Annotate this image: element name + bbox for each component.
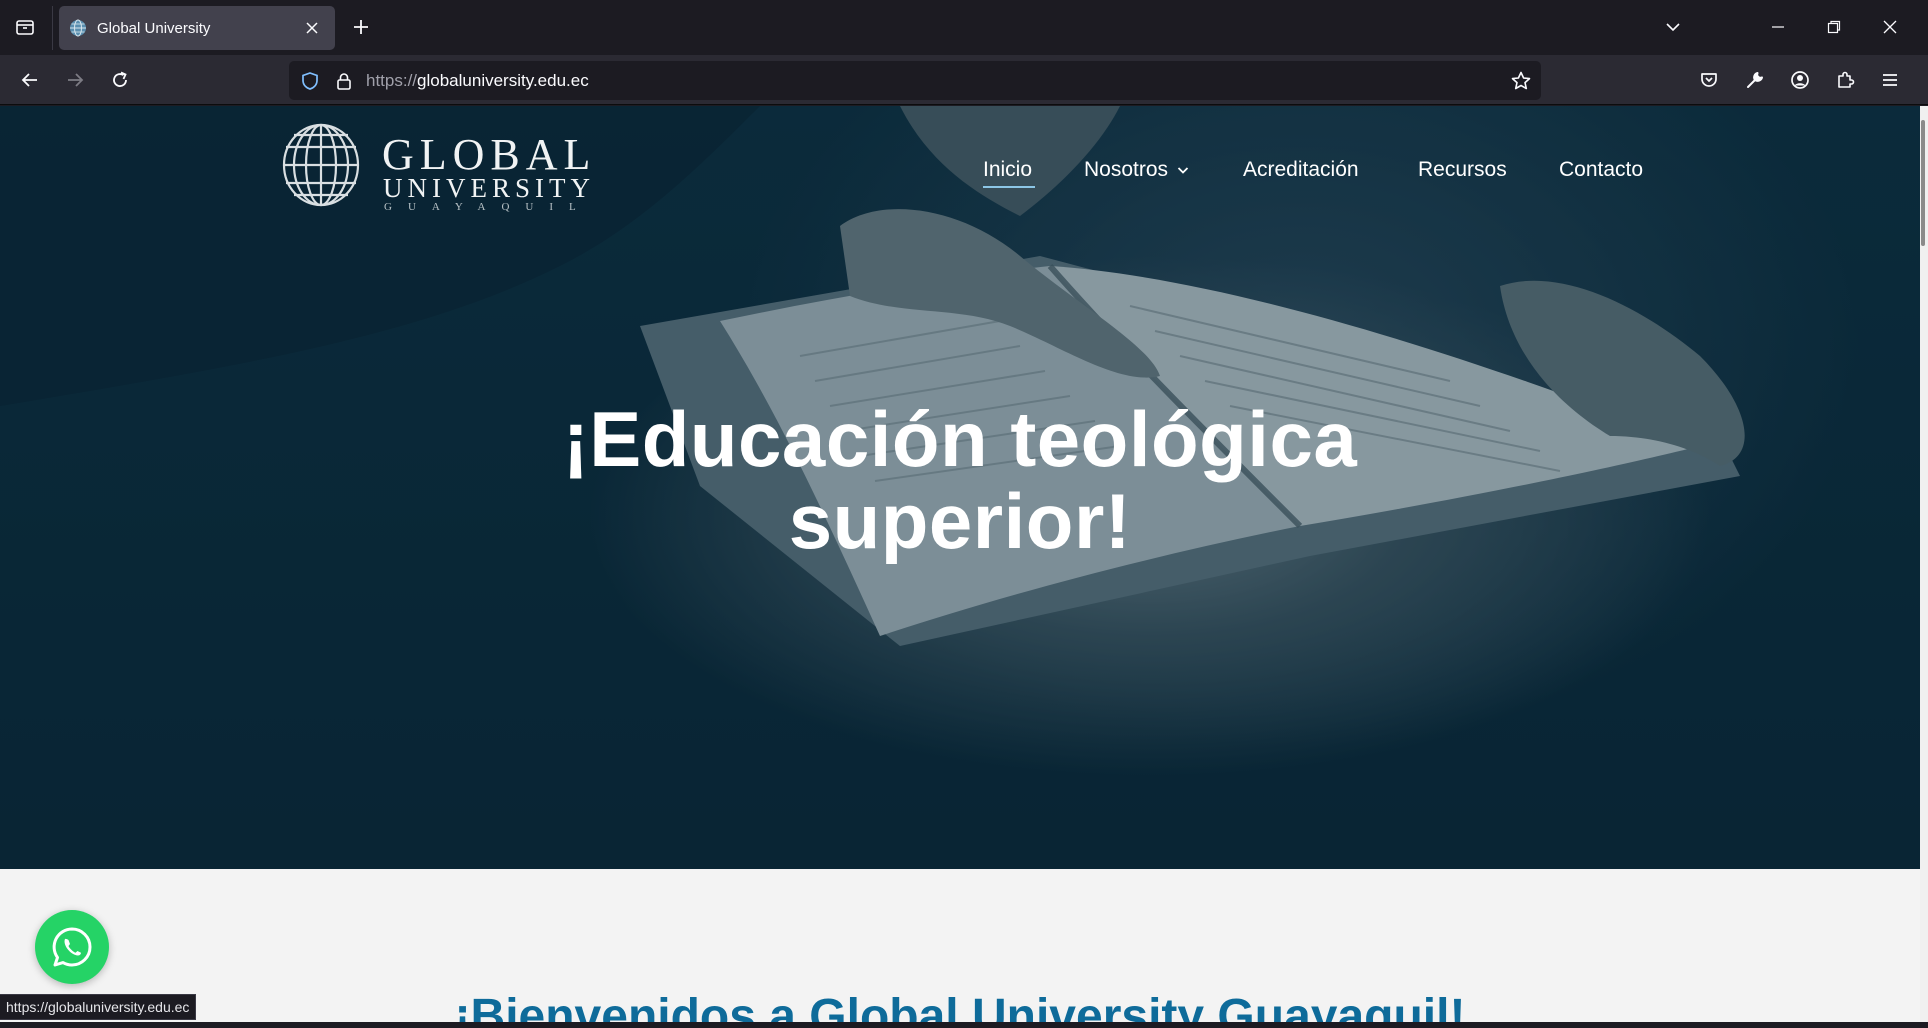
list-all-tabs-button[interactable]: [1655, 10, 1691, 44]
close-icon: [306, 22, 318, 34]
url-host: globaluniversity.edu.ec: [417, 71, 589, 90]
tab-bar: Global University: [0, 0, 1928, 55]
url-text[interactable]: https://globaluniversity.edu.ec: [366, 71, 589, 91]
arrow-right-icon: [68, 73, 84, 87]
pocket-icon: [1701, 73, 1717, 87]
account-button[interactable]: [1783, 63, 1817, 97]
shield-icon: [302, 72, 318, 90]
app-menu-button[interactable]: [1873, 63, 1907, 97]
page-scrollbar[interactable]: [1920, 106, 1928, 1022]
hamburger-menu-icon: [1883, 74, 1897, 86]
lock-icon: [337, 73, 351, 90]
site-security-button[interactable]: [333, 70, 355, 92]
tab-title: Global University: [97, 19, 211, 37]
new-tab-button[interactable]: [344, 10, 378, 44]
wrench-icon: [1747, 72, 1763, 88]
forward-button[interactable]: [57, 62, 93, 98]
bookmark-star-button[interactable]: [1509, 69, 1533, 93]
page-viewport: GLOBAL UNIVERSITY GUAYAQUIL Inicio Nosot…: [0, 106, 1920, 1022]
tab-close-button[interactable]: [299, 15, 325, 41]
hero-heading-line-1: ¡Educación teológica: [562, 395, 1358, 483]
plus-icon: [354, 20, 368, 34]
arrow-left-icon: [21, 73, 37, 87]
hero-heading-line-2: superior!: [788, 477, 1132, 565]
hero-section: GLOBAL UNIVERSITY GUAYAQUIL Inicio Nosot…: [0, 106, 1920, 869]
pocket-button[interactable]: [1692, 63, 1726, 97]
nav-recursos[interactable]: Recursos: [1418, 154, 1507, 186]
reload-button[interactable]: [102, 62, 138, 98]
nav-nosotros-label: Nosotros: [1084, 158, 1169, 181]
active-nav-underline: [983, 186, 1035, 188]
nav-acreditacion[interactable]: Acreditación: [1243, 154, 1359, 186]
navigation-toolbar: https://globaluniversity.edu.ec: [0, 55, 1928, 105]
chevron-down-icon: [1177, 167, 1189, 174]
tab-separator: [52, 6, 53, 50]
whatsapp-chat-button[interactable]: [35, 910, 109, 984]
nav-inicio[interactable]: Inicio: [983, 154, 1032, 186]
firefox-view-icon: [16, 20, 34, 35]
minimize-button[interactable]: [1750, 0, 1806, 54]
extensions-button[interactable]: [1828, 63, 1862, 97]
restore-icon: [1827, 20, 1841, 34]
site-header: GLOBAL UNIVERSITY GUAYAQUIL Inicio Nosot…: [0, 106, 1920, 226]
tab-global-university[interactable]: Global University: [59, 6, 335, 50]
developer-tools-button[interactable]: [1738, 63, 1772, 97]
scrollbar-thumb[interactable]: [1921, 120, 1925, 246]
chevron-down-icon: [1666, 23, 1680, 32]
star-icon: [1511, 71, 1531, 90]
whatsapp-icon: [52, 927, 92, 967]
nav-nosotros[interactable]: Nosotros: [1084, 154, 1190, 186]
close-icon: [1883, 20, 1897, 34]
tracking-protection-button[interactable]: [299, 70, 321, 92]
hero-heading: ¡Educación teológica superior!: [360, 398, 1560, 562]
restore-button[interactable]: [1806, 0, 1862, 54]
link-status-bar: https://globaluniversity.edu.ec: [0, 994, 197, 1020]
nav-contacto[interactable]: Contacto: [1559, 154, 1643, 186]
window-bottom-edge: [0, 1022, 1928, 1028]
main-menu: Inicio Nosotros Acreditación Recursos Co…: [0, 106, 1920, 226]
reload-icon: [113, 71, 127, 87]
back-button[interactable]: [12, 62, 48, 98]
puzzle-icon: [1838, 71, 1855, 88]
firefox-view-button[interactable]: [8, 10, 42, 44]
address-bar[interactable]: https://globaluniversity.edu.ec: [289, 61, 1541, 100]
welcome-heading: ¡Bienvenidos a Global University Guayaqu…: [454, 990, 1466, 1022]
minimize-icon: [1772, 26, 1784, 28]
url-protocol: https://: [366, 71, 418, 90]
globe-favicon-icon: [70, 19, 86, 37]
account-icon: [1791, 71, 1809, 89]
window-close-button[interactable]: [1862, 0, 1918, 54]
